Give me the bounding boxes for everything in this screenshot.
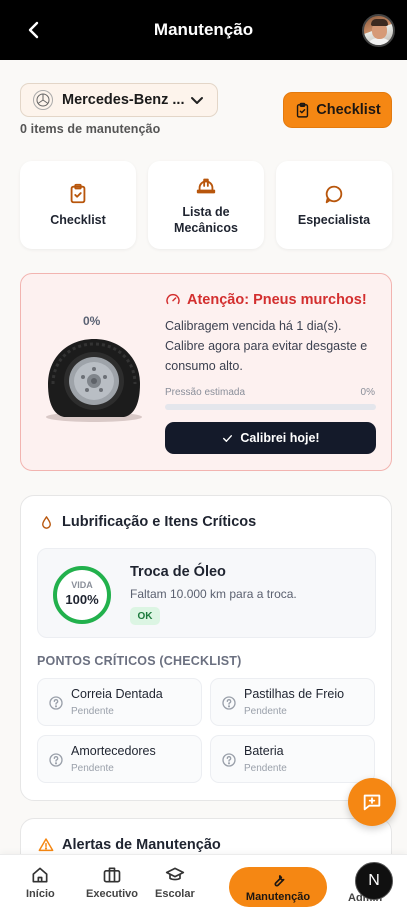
critical-item-name: Pastilhas de Freio — [244, 687, 345, 701]
clipboard-check-icon — [70, 183, 86, 203]
gauge-icon — [166, 293, 180, 305]
critical-item-status: Pendente — [244, 763, 287, 774]
tire-alert-text: Calibragem vencida há 1 dia(s). Calibre … — [165, 319, 368, 373]
briefcase-icon — [103, 867, 121, 883]
pressure-value: 0% — [360, 387, 375, 398]
quick-action-checklist[interactable]: Checklist — [20, 161, 136, 249]
quick-action-label: Lista de Mecânicos — [174, 204, 238, 235]
tire-alert-card: 0% Atenção: Pneus murchos! Calibragem ve… — [20, 273, 392, 471]
oil-life-label: VIDA — [71, 580, 93, 590]
tire-percent: 0% — [83, 314, 101, 328]
tire-alert-title-row: Atenção: Pneus murchos! — [165, 292, 367, 308]
quick-action-mechanics[interactable]: Lista de Mecânicos — [148, 161, 264, 249]
critical-item-timing-belt[interactable]: Correia Dentada Pendente — [37, 678, 202, 726]
question-circle-icon — [222, 753, 236, 767]
critical-points-title: PONTOS CRÍTICOS (CHECKLIST) — [37, 654, 242, 668]
quick-action-label: Checklist — [50, 212, 106, 227]
question-circle-icon — [222, 696, 236, 710]
oil-change-name: Troca de Óleo — [130, 564, 226, 580]
vehicle-selector[interactable]: Mercedes-Benz ... — [20, 83, 218, 117]
question-circle-icon — [49, 753, 63, 767]
nav-item-maintenance[interactable]: Manutenção — [229, 867, 327, 907]
critical-item-status: Pendente — [71, 706, 114, 717]
clipboard-check-icon — [297, 102, 309, 118]
warning-triangle-icon — [38, 838, 54, 852]
critical-item-brake-pads[interactable]: Pastilhas de Freio Pendente — [210, 678, 375, 726]
user-initial-avatar[interactable]: N — [355, 862, 393, 900]
chat-bubble-icon — [325, 185, 343, 203]
vehicle-name: Mercedes-Benz ... — [62, 92, 185, 108]
maintenance-alerts-title-row: Alertas de Manutenção — [38, 837, 221, 853]
tire-image — [46, 339, 142, 422]
critical-item-battery[interactable]: Bateria Pendente — [210, 735, 375, 783]
critical-item-status: Pendente — [244, 706, 287, 717]
nav-item-label: Início — [26, 888, 55, 900]
nav-item-home[interactable]: Início — [26, 865, 55, 900]
nav-item-label: Manutenção — [245, 891, 311, 903]
question-circle-icon — [49, 696, 63, 710]
nav-item-label: Escolar — [155, 888, 195, 900]
lubrication-title-row: Lubrificação e Itens Críticos — [39, 514, 256, 530]
page-title: Manutenção — [153, 20, 254, 39]
wrench-icon — [274, 875, 285, 887]
chevron-down-icon — [191, 97, 203, 104]
nav-item-label: Executivo — [86, 888, 138, 900]
calibrated-today-label: Calibrei hoje! — [240, 431, 320, 445]
checklist-button-label: Checklist — [316, 102, 381, 118]
home-icon — [32, 867, 48, 883]
lubrication-card: Lubrificação e Itens Críticos VIDA 100% … — [20, 495, 392, 801]
oil-life-value: 100% — [65, 592, 99, 607]
checklist-button[interactable]: Checklist — [283, 92, 392, 128]
quick-action-label: Especialista — [297, 212, 371, 227]
oil-drop-icon — [42, 515, 51, 529]
status-badge: OK — [130, 607, 160, 625]
pressure-label: Pressão estimada — [165, 387, 246, 398]
oil-change-subtitle: Faltam 10.000 km para a troca. — [130, 587, 297, 601]
chat-add-icon — [363, 794, 381, 811]
hard-hat-icon — [196, 178, 216, 193]
critical-item-status: Pendente — [71, 763, 114, 774]
quick-action-specialist[interactable]: Especialista — [276, 161, 392, 249]
top-bar: Manutenção — [0, 0, 407, 60]
user-avatar[interactable] — [362, 14, 395, 47]
critical-item-name: Bateria — [244, 744, 284, 758]
maintenance-items-count: 0 items de manutenção — [20, 122, 161, 136]
calibrated-today-button[interactable]: Calibrei hoje! — [165, 422, 376, 454]
pressure-progress-bar — [165, 404, 376, 410]
critical-item-name: Correia Dentada — [71, 687, 163, 701]
nav-item-executive[interactable]: Executivo — [86, 865, 138, 900]
tire-alert-title: Atenção: Pneus murchos! — [187, 292, 367, 308]
back-arrow-icon[interactable] — [22, 18, 46, 42]
bottom-navigation: Início Executivo Escolar Manutenção Admi… — [0, 854, 407, 918]
graduation-cap-icon — [165, 867, 185, 881]
chat-fab-button[interactable] — [348, 778, 396, 826]
lubrication-title: Lubrificação e Itens Críticos — [62, 514, 257, 530]
critical-item-shock-absorbers[interactable]: Amortecedores Pendente — [37, 735, 202, 783]
oil-change-item[interactable]: VIDA 100% Troca de Óleo Faltam 10.000 km… — [37, 548, 376, 638]
maintenance-alerts-title: Alertas de Manutenção — [62, 837, 221, 853]
nav-item-school[interactable]: Escolar — [155, 865, 195, 900]
critical-item-name: Amortecedores — [71, 744, 156, 758]
check-icon — [223, 434, 233, 442]
mercedes-logo-icon — [33, 90, 53, 110]
